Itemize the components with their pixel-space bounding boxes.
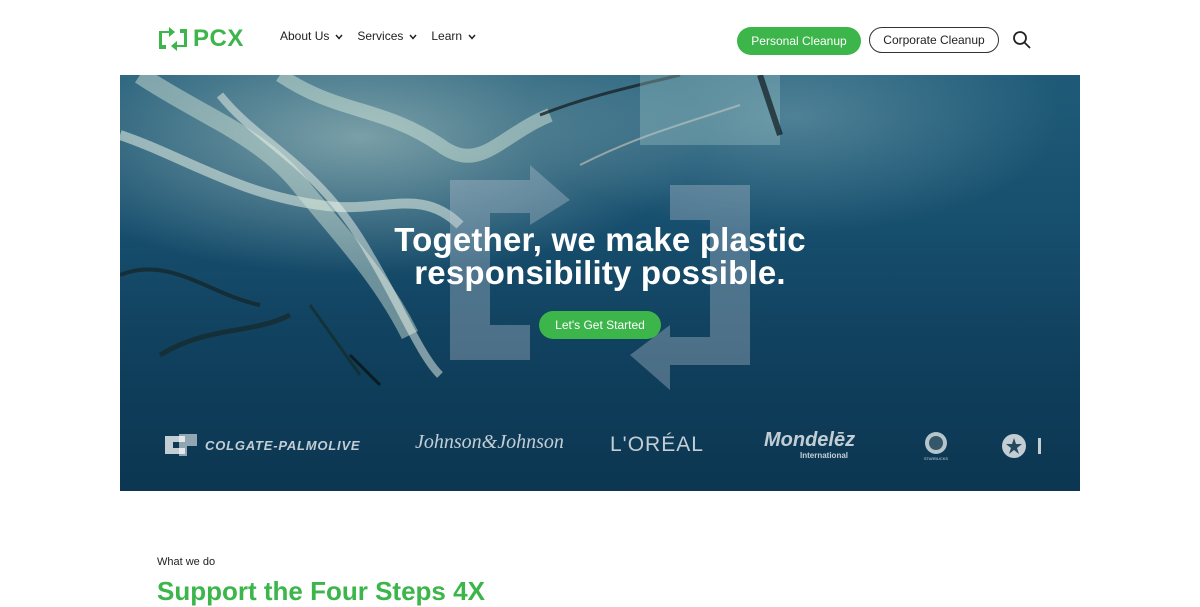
partner-logo-partial [1000,433,1046,459]
personal-cleanup-button[interactable]: Personal Cleanup [737,27,861,55]
hero-title: Together, we make plastic responsibility… [120,223,1080,289]
nav-services[interactable]: Services [357,29,417,43]
colgate-text: COLGATE-PALMOLIVE [205,437,361,453]
starbucks-text: STARBUCKS [924,456,948,461]
chevron-down-icon [409,29,417,43]
nav-services-label: Services [357,29,404,43]
section-label: What we do [157,556,216,568]
logo-text: PCX [193,25,244,52]
starbucks-siren-icon: STARBUCKS [924,432,948,461]
nav-learn[interactable]: Learn [431,29,476,43]
nav-about-us-label: About Us [280,29,330,43]
pcx-logo-icon [159,27,187,51]
colgate-palmolive-logo: COLGATE-PALMOLIVE [163,432,360,458]
mondelez-logo: Mondelēz International [764,429,856,460]
loreal-logo: L'ORÉAL [610,433,704,456]
search-icon[interactable] [1012,30,1032,50]
johnson-johnson-logo: Johnson&Johnson [415,431,564,453]
chevron-down-icon [335,29,343,43]
hero-title-line-1: Together, we make plastic [394,221,806,258]
main-nav: About Us Services Learn [280,29,476,43]
partner-logos: COLGATE-PALMOLIVE Johnson&Johnson L'ORÉA… [120,427,1080,467]
hero-banner: Together, we make plastic responsibility… [120,75,1080,491]
colgate-icon [165,434,197,456]
chevron-down-icon [468,29,476,43]
mondelez-text: Mondelēz [764,429,856,451]
section-title: Support the Four Steps 4X [157,576,485,606]
get-started-button[interactable]: Let's Get Started [539,311,661,339]
partner-star-icon [1002,434,1041,458]
corporate-cleanup-button[interactable]: Corporate Cleanup [869,27,999,53]
hero-title-line-2: responsibility possible. [414,254,786,291]
site-header: PCX About Us Services Learn Personal Cle… [0,0,1200,75]
nav-learn-label: Learn [431,29,463,43]
starbucks-logo: STARBUCKS [920,431,952,466]
nav-about-us[interactable]: About Us [280,29,343,43]
pcx-logo[interactable]: PCX [157,25,244,53]
mondelez-sub-text: International [800,451,849,460]
